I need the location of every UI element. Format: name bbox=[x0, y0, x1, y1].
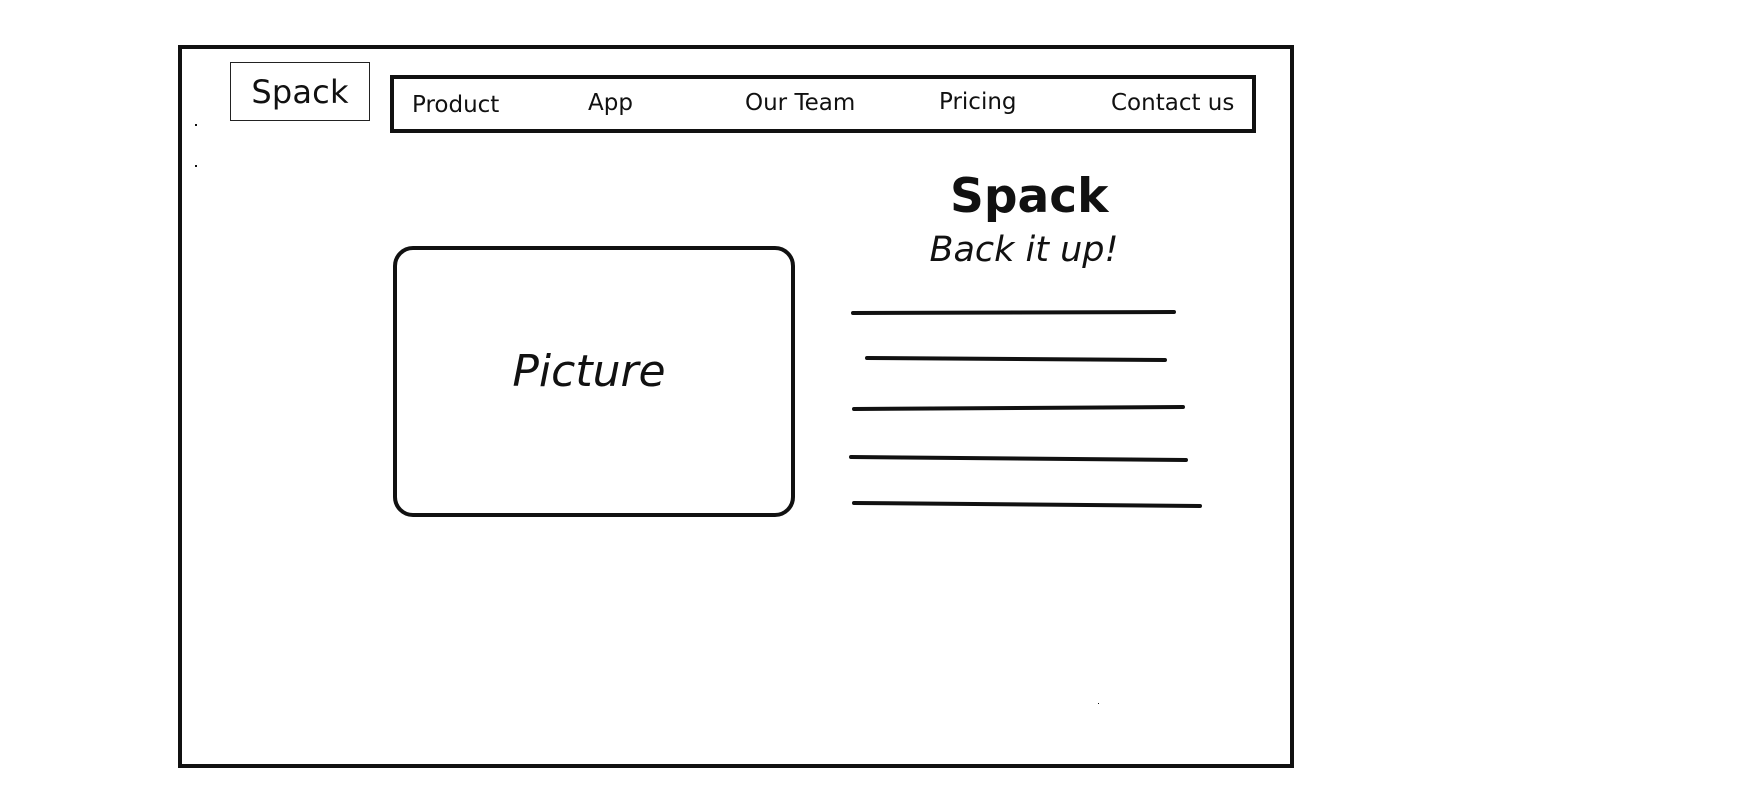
nav-item-our-team[interactable]: Our Team bbox=[745, 90, 855, 116]
stray-mark bbox=[195, 124, 197, 126]
text-placeholder-line bbox=[851, 310, 1176, 315]
text-placeholder-line bbox=[852, 501, 1202, 508]
stray-mark bbox=[195, 165, 197, 167]
stray-mark bbox=[1290, 281, 1291, 282]
logo-box[interactable]: Spack bbox=[230, 62, 370, 121]
picture-placeholder-label: Picture bbox=[512, 346, 666, 397]
nav-item-app[interactable]: App bbox=[588, 90, 633, 116]
stray-mark bbox=[1098, 703, 1099, 704]
text-placeholder-line bbox=[865, 356, 1167, 362]
picture-placeholder: Picture bbox=[393, 246, 795, 517]
nav-bar: Product App Our Team Pricing Contact us bbox=[390, 75, 1256, 133]
hero-subtitle: Back it up! bbox=[929, 230, 1119, 270]
nav-item-pricing[interactable]: Pricing bbox=[939, 89, 1017, 115]
nav-item-product[interactable]: Product bbox=[412, 92, 499, 118]
nav-item-contact-us[interactable]: Contact us bbox=[1111, 90, 1234, 116]
hero-title: Spack bbox=[950, 169, 1109, 224]
logo-text: Spack bbox=[251, 72, 349, 111]
text-placeholder-line bbox=[852, 405, 1185, 411]
text-placeholder-lines bbox=[849, 310, 1202, 508]
text-placeholder-line bbox=[849, 455, 1188, 462]
